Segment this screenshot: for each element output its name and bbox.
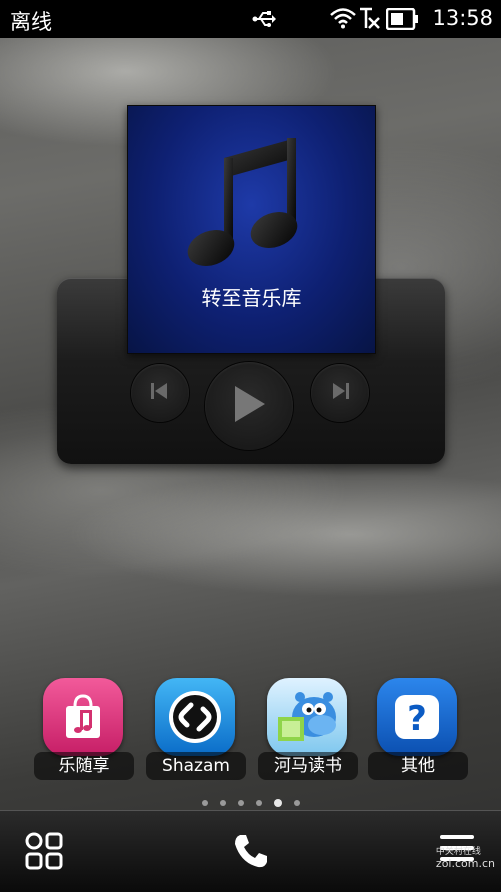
battery-icon	[385, 7, 420, 34]
play-button[interactable]	[205, 362, 293, 450]
watermark: 中关村在线 zol.com.cn	[436, 844, 495, 870]
play-icon	[231, 384, 267, 428]
apps-grid-icon[interactable]	[24, 831, 64, 875]
clock: 13:58	[432, 6, 493, 30]
hippo-reader-icon	[267, 678, 347, 756]
music-note-icon	[186, 136, 301, 275]
page-dot	[219, 799, 226, 806]
page-dot	[237, 799, 244, 806]
page-dot	[255, 799, 262, 806]
usb-icon	[252, 9, 276, 33]
previous-icon	[149, 381, 171, 405]
page-dot	[201, 799, 208, 806]
bottom-toolbar	[0, 810, 501, 892]
app-label: 其他	[368, 752, 468, 780]
music-library-tile[interactable]: 转至音乐库	[127, 105, 376, 354]
app-label: 乐随享	[34, 752, 134, 780]
app-other[interactable]: ? 其他	[368, 678, 468, 780]
shazam-icon	[155, 678, 235, 756]
shopping-bag-music-icon	[43, 678, 123, 756]
music-library-label: 转至音乐库	[201, 286, 302, 310]
question-icon: ?	[377, 678, 457, 756]
page-dot-active	[273, 798, 282, 807]
page-indicator	[0, 792, 501, 811]
svg-text:?: ?	[407, 699, 427, 739]
phone-icon[interactable]	[231, 831, 271, 875]
app-label: 河马读书	[258, 752, 358, 780]
previous-button[interactable]	[131, 364, 189, 422]
page-dot	[293, 799, 300, 806]
watermark-line2: zol.com.cn	[435, 857, 495, 870]
next-button[interactable]	[311, 364, 369, 422]
wifi-icon	[330, 7, 356, 33]
app-shazam[interactable]: Shazam	[146, 678, 246, 780]
next-icon	[329, 381, 351, 405]
no-signal-icon	[358, 6, 380, 34]
status-bar: 离线 13:58	[0, 0, 501, 38]
watermark-line1: 中关村在线	[435, 847, 481, 857]
network-status: 离线	[10, 10, 52, 34]
app-label: Shazam	[146, 752, 246, 780]
app-hema-reader[interactable]: 河马读书	[258, 678, 358, 780]
app-lesuixiang[interactable]: 乐随享	[34, 678, 134, 780]
